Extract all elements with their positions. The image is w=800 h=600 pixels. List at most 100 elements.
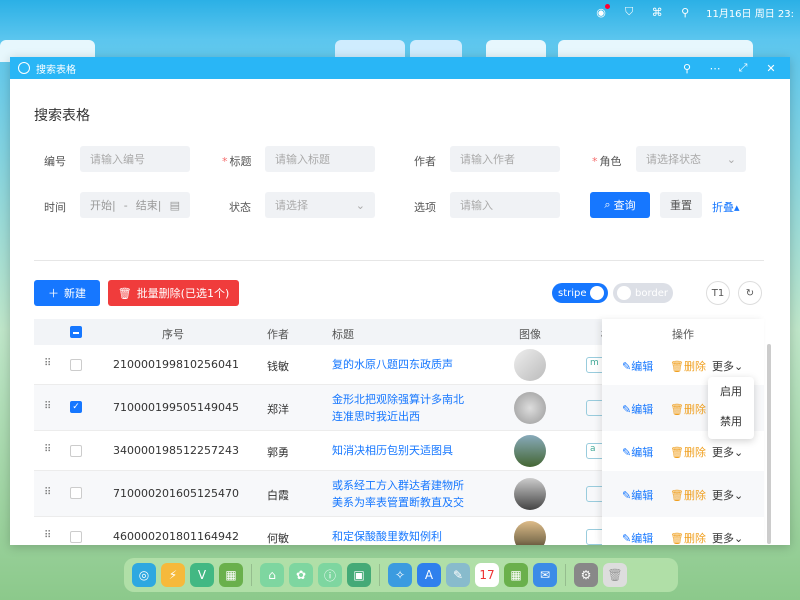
more-dropdown[interactable]: 更多⌄ bbox=[712, 358, 743, 374]
drag-handle-icon[interactable]: ⠿ bbox=[44, 358, 51, 369]
role-placeholder: 请选择状态 bbox=[646, 153, 701, 166]
edit-button[interactable]: ✎编辑 bbox=[622, 358, 653, 374]
chevron-down-icon: ⌄ bbox=[734, 446, 744, 459]
time-separator: - bbox=[123, 198, 128, 212]
widgets-icon[interactable]: ▦ bbox=[504, 563, 528, 587]
number-input[interactable]: 请输入编号 bbox=[80, 146, 190, 172]
row-title[interactable]: 和定保酸酸里数知例利 bbox=[332, 528, 442, 545]
window-titlebar[interactable]: 搜索表格 ⚲ ⋯ ⤢ ✕ bbox=[10, 57, 790, 79]
apps-icon[interactable]: ▦ bbox=[219, 563, 243, 587]
row-checkbox[interactable] bbox=[70, 445, 82, 457]
collapse-link[interactable]: 折叠▴ bbox=[712, 199, 740, 215]
author-input[interactable]: 请输入作者 bbox=[450, 146, 560, 172]
row-image[interactable] bbox=[514, 349, 546, 381]
pin-icon[interactable]: ⚲ bbox=[678, 5, 692, 19]
row-checkbox[interactable] bbox=[70, 359, 82, 371]
more-dropdown[interactable]: 更多⌄ bbox=[712, 487, 743, 503]
more-dropdown[interactable]: 更多⌄ bbox=[712, 530, 743, 545]
status-select[interactable]: 请选择 ⌄ bbox=[265, 192, 375, 218]
delete-button[interactable]: 🗑删除 bbox=[670, 401, 706, 417]
window-title: 搜索表格 bbox=[36, 64, 76, 76]
edit-button[interactable]: ✎编辑 bbox=[622, 401, 653, 417]
pin-window-icon[interactable]: ⚲ bbox=[676, 62, 698, 75]
role-select[interactable]: 请选择状态 ⌄ bbox=[636, 146, 746, 172]
divider bbox=[34, 260, 764, 261]
main-content: 搜索表格 编号 请输入编号 * 标题 请输入标题 作者 请输入作者 * 角色 请选择… bbox=[10, 79, 790, 545]
vite-icon[interactable]: ⚡ bbox=[161, 563, 185, 587]
preview-icon[interactable]: ✎ bbox=[446, 563, 470, 587]
new-button[interactable]: ＋新建 bbox=[34, 280, 100, 306]
reset-button[interactable]: 重置 bbox=[660, 192, 702, 218]
border-toggle[interactable]: border bbox=[613, 283, 673, 303]
query-button[interactable]: ⌕ 查询 bbox=[590, 192, 650, 218]
edit-icon: ✎ bbox=[622, 489, 632, 502]
row-image[interactable] bbox=[514, 392, 546, 424]
vue-icon[interactable]: V bbox=[190, 563, 214, 587]
drag-handle-icon[interactable]: ⠿ bbox=[44, 487, 51, 498]
option-input[interactable]: 请输入 bbox=[450, 192, 560, 218]
row-id: 340000198512257243 bbox=[113, 444, 239, 457]
select-all-checkbox[interactable] bbox=[70, 326, 82, 338]
dock: ◎ ⚡ V ▦ ⌂ ✿ ⓘ ▣ ✧ A ✎ 17 ▦ ✉ ⚙ 🗑 bbox=[124, 558, 678, 592]
edit-button[interactable]: ✎编辑 bbox=[622, 530, 653, 545]
datetime[interactable]: 11月16日 周日 23: bbox=[706, 5, 794, 20]
edit-button[interactable]: ✎编辑 bbox=[622, 487, 653, 503]
system-menubar: ◉ ⛉ ⌘ ⚲ 11月16日 周日 23: bbox=[0, 0, 800, 24]
actions-row: ✎编辑 🗑删除 更多⌄ bbox=[602, 471, 764, 517]
home-icon[interactable]: ⌂ bbox=[260, 563, 284, 587]
row-image[interactable] bbox=[514, 521, 546, 545]
edit-button[interactable]: ✎编辑 bbox=[622, 444, 653, 460]
edit-icon: ✎ bbox=[622, 403, 632, 416]
mail-icon[interactable]: ✉ bbox=[533, 563, 557, 587]
more-dropdown[interactable]: 更多⌄ bbox=[712, 444, 743, 460]
row-title[interactable]: 知消决相历包别天适图具 bbox=[332, 442, 453, 459]
row-checkbox[interactable] bbox=[70, 531, 82, 543]
menu-item-disable[interactable]: 禁用 bbox=[708, 407, 754, 437]
row-image[interactable] bbox=[514, 435, 546, 467]
batch-delete-button[interactable]: 🗑 批量删除(已选1个) bbox=[108, 280, 239, 306]
edit-icon: ✎ bbox=[622, 446, 632, 459]
command-icon[interactable]: ⌘ bbox=[650, 5, 664, 19]
browser-icon[interactable]: ◎ bbox=[132, 563, 156, 587]
settings-wheel-icon[interactable]: ✿ bbox=[289, 563, 313, 587]
row-title[interactable]: 复的水原八题四东政质声 bbox=[332, 356, 453, 373]
search-table-window: 搜索表格 ⚲ ⋯ ⤢ ✕ 搜索表格 编号 请输入编号 * 标题 请输入标题 作者 … bbox=[10, 57, 790, 545]
stripe-toggle[interactable]: stripe bbox=[552, 283, 608, 303]
row-author: 钱敏 bbox=[267, 360, 289, 373]
chevron-down-icon: ⌄ bbox=[355, 198, 365, 212]
drag-handle-icon[interactable]: ⠿ bbox=[44, 530, 51, 541]
info-icon[interactable]: ⓘ bbox=[318, 563, 342, 587]
delete-button[interactable]: 🗑删除 bbox=[670, 530, 706, 545]
gear-icon[interactable]: ⚙ bbox=[574, 563, 598, 587]
close-icon[interactable]: ✕ bbox=[760, 62, 782, 75]
author-placeholder: 请输入作者 bbox=[460, 153, 515, 166]
trash-can-icon[interactable]: 🗑 bbox=[603, 563, 627, 587]
row-author: 郭勇 bbox=[267, 446, 289, 459]
row-title[interactable]: 或系经工方入群达者建物所 美系为率表管置断教直及交 bbox=[332, 477, 464, 511]
drag-handle-icon[interactable]: ⠿ bbox=[44, 401, 51, 412]
delete-button[interactable]: 🗑删除 bbox=[670, 358, 706, 374]
menu-item-enable[interactable]: 启用 bbox=[708, 377, 754, 407]
calendar-icon[interactable]: 17 bbox=[475, 563, 499, 587]
row-checkbox[interactable]: ✓ bbox=[70, 401, 82, 413]
time-range-picker[interactable]: 开始| - 结束| ▤ bbox=[80, 192, 190, 218]
more-options-icon[interactable]: ⋯ bbox=[704, 62, 726, 75]
refresh-icon[interactable]: ↻ bbox=[738, 281, 762, 305]
row-image[interactable] bbox=[514, 478, 546, 510]
app-store-icon[interactable]: A bbox=[417, 563, 441, 587]
notification-icon[interactable]: ◉ bbox=[594, 4, 611, 19]
maximize-icon[interactable]: ⤢ bbox=[732, 61, 754, 75]
terminal-icon[interactable]: ▣ bbox=[347, 563, 371, 587]
table-scrollbar[interactable] bbox=[767, 344, 771, 544]
title-input[interactable]: 请输入标题 bbox=[265, 146, 375, 172]
row-title[interactable]: 金形北把观除强算计多南北 连准思时我近出西 bbox=[332, 391, 464, 425]
shield-icon[interactable]: ⛉ bbox=[622, 5, 636, 19]
edit-icon: ✎ bbox=[622, 360, 632, 373]
delete-button[interactable]: 🗑删除 bbox=[670, 444, 706, 460]
compass-icon[interactable]: ✧ bbox=[388, 563, 412, 587]
drag-handle-icon[interactable]: ⠿ bbox=[44, 444, 51, 455]
row-checkbox[interactable] bbox=[70, 487, 82, 499]
delete-button[interactable]: 🗑删除 bbox=[670, 487, 706, 503]
dock-separator bbox=[379, 564, 380, 586]
size-button[interactable]: T1 bbox=[706, 281, 730, 305]
